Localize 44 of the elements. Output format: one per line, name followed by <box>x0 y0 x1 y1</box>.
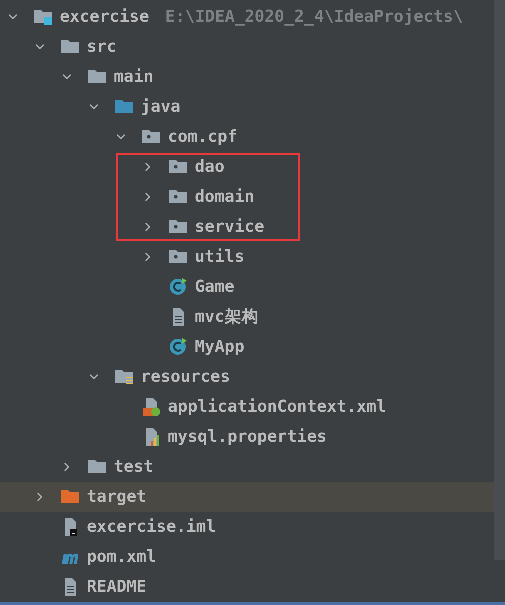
tree-row[interactable]: utils <box>0 242 494 272</box>
node-label: domain <box>195 186 255 208</box>
tree-row[interactable]: main <box>0 62 494 92</box>
node-label: excercise <box>60 6 150 28</box>
node-label: applicationContext.xml <box>168 396 387 418</box>
node-label: utils <box>195 246 245 268</box>
node-label: service <box>195 216 265 238</box>
node-label: dao <box>195 156 225 178</box>
node-label: MyApp <box>195 336 245 358</box>
tree-row[interactable]: src <box>0 32 494 62</box>
tree-row[interactable]: domain <box>0 182 494 212</box>
tree-row[interactable]: mvc架构 <box>0 302 494 332</box>
tree-row[interactable]: com.cpf <box>0 122 494 152</box>
node-label: src <box>87 36 117 58</box>
tree-row[interactable]: service <box>0 212 494 242</box>
node-label: mvc架构 <box>195 306 259 328</box>
tree-row[interactable]: Game <box>0 272 494 302</box>
node-label: com.cpf <box>168 126 238 148</box>
node-label: main <box>114 66 154 88</box>
xml-file-icon <box>141 396 161 418</box>
tree-row[interactable]: dao <box>0 152 494 182</box>
node-label: resources <box>141 366 230 388</box>
tree-row[interactable]: pom.xml <box>0 542 494 572</box>
node-label: test <box>114 456 154 478</box>
node-label: README <box>87 576 147 598</box>
node-label: Game <box>195 276 235 298</box>
node-label: java <box>141 96 181 118</box>
tree-row[interactable]: java <box>0 92 494 122</box>
tree-row[interactable]: mysql.properties <box>0 422 494 452</box>
tree-row[interactable]: resources <box>0 362 494 392</box>
node-label: mysql.properties <box>168 426 327 448</box>
class-icon <box>168 336 188 358</box>
class-icon <box>168 276 188 298</box>
node-label: target <box>87 486 147 508</box>
node-label: pom.xml <box>87 546 157 568</box>
tree-row[interactable]: excercise.iml <box>0 512 494 542</box>
node-label: excercise.iml <box>87 516 216 538</box>
tree-row[interactable]: MyApp <box>0 332 494 362</box>
tree-row[interactable]: applicationContext.xml <box>0 392 494 422</box>
tree-row[interactable]: excercise E:\IDEA_2020_2_4\IdeaProjects\ <box>0 2 494 32</box>
tree-row[interactable]: README <box>0 572 494 602</box>
tree-row[interactable]: target <box>0 482 494 512</box>
tree-row[interactable]: test <box>0 452 494 482</box>
project-path: E:\IDEA_2020_2_4\IdeaProjects\ <box>165 6 464 28</box>
